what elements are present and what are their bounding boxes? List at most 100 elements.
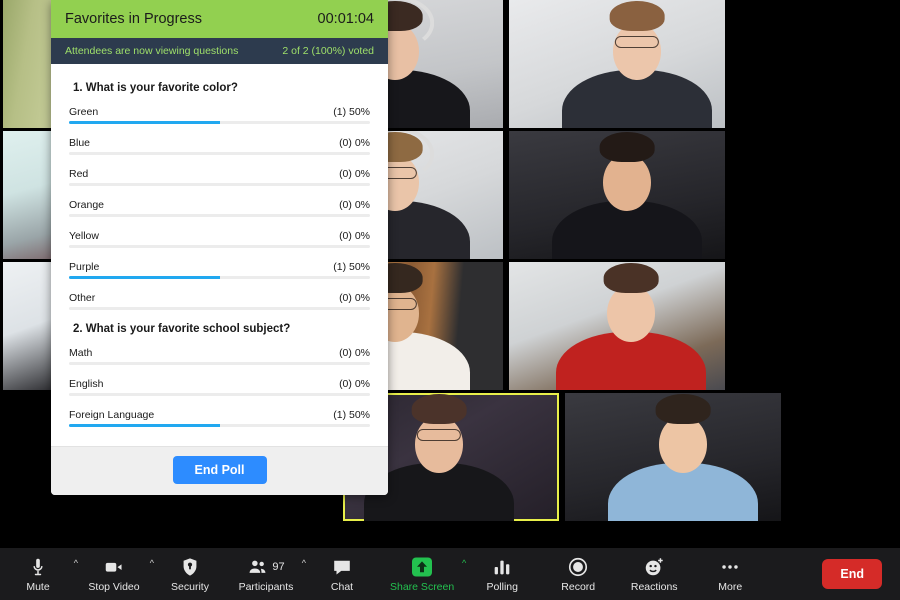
- poll-option-value: (0) 0%: [339, 378, 370, 390]
- poll-option-bar-fill: [69, 121, 220, 124]
- poll-option-row: English (0) 0%: [69, 378, 370, 396]
- participant-hair: [603, 262, 659, 293]
- video-camera-icon: [103, 555, 125, 579]
- poll-option-row: Yellow (0) 0%: [69, 230, 370, 248]
- poll-option-value: (0) 0%: [339, 347, 370, 359]
- poll-option-value: (1) 50%: [333, 261, 370, 273]
- poll-option-label: Math: [69, 347, 93, 359]
- toolbar-item-label: Stop Video: [88, 581, 140, 593]
- poll-option-bar-track: [69, 307, 370, 310]
- poll-option-label: Red: [69, 168, 89, 180]
- toolbar-item-label: Record: [561, 581, 596, 593]
- end-meeting-button[interactable]: End: [822, 559, 882, 589]
- poll-title: Favorites in Progress: [65, 11, 202, 27]
- poll-option-label: Foreign Language: [69, 409, 155, 421]
- smiley-plus-icon: [643, 555, 665, 579]
- poll-option-label: Other: [69, 292, 96, 304]
- participant-video-scene: [509, 0, 725, 128]
- poll-option-bar-track: [69, 152, 370, 155]
- poll-status-text: Attendees are now viewing questions: [65, 45, 239, 57]
- toolbar-item-label: Share Screen: [390, 581, 455, 593]
- poll-option-label: Green: [69, 106, 99, 118]
- end-poll-button[interactable]: End Poll: [172, 456, 267, 484]
- poll-option-value: (0) 0%: [339, 292, 370, 304]
- participant-head: [607, 285, 655, 342]
- poll-option-row: Foreign Language (1) 50%: [69, 409, 370, 427]
- toolbar-item-mute[interactable]: Mute ^: [0, 548, 78, 600]
- poll-option-value: (0) 0%: [339, 137, 370, 149]
- toolbar-item-label: Polling: [486, 581, 518, 593]
- poll-header: Favorites in Progress 00:01:04: [51, 0, 388, 38]
- participant-video-scene: [565, 393, 781, 521]
- toolbar-item-security[interactable]: Security: [152, 548, 228, 600]
- toolbar-item-participants[interactable]: 97 Participants ^: [228, 548, 306, 600]
- poll-option-bar-track: [69, 393, 370, 396]
- participant-video-scene: [509, 131, 725, 259]
- toolbar-item-label: Mute: [26, 581, 50, 593]
- poll-option-value: (0) 0%: [339, 230, 370, 242]
- microphone-icon: [27, 555, 49, 579]
- poll-option-row: Blue (0) 0%: [69, 137, 370, 155]
- toolbar-item-label: More: [718, 581, 743, 593]
- toolbar-item-record[interactable]: Record: [540, 548, 616, 600]
- video-tile[interactable]: [565, 393, 781, 521]
- participant-hair: [609, 0, 665, 31]
- poll-option-label: English: [69, 378, 104, 390]
- poll-panel: Favorites in Progress 00:01:04 Attendees…: [51, 0, 388, 495]
- toolbar-item-polling[interactable]: Polling: [464, 548, 540, 600]
- poll-option-row: Purple (1) 50%: [69, 261, 370, 279]
- poll-option-bar-fill: [69, 424, 220, 427]
- poll-option-row: Math (0) 0%: [69, 347, 370, 365]
- poll-option-row: Other (0) 0%: [69, 292, 370, 310]
- poll-option-label: Yellow: [69, 230, 99, 242]
- poll-option-row: Red (0) 0%: [69, 168, 370, 186]
- participant-head: [613, 23, 661, 80]
- poll-footer: End Poll: [51, 446, 388, 495]
- participant-head: [659, 416, 707, 473]
- poll-option-bar-track: [69, 183, 370, 186]
- video-tile[interactable]: [509, 131, 725, 259]
- participant-count: 97: [272, 561, 285, 573]
- toolbar-item-more[interactable]: More: [692, 548, 768, 600]
- poll-option-bar-track: [69, 276, 370, 279]
- poll-option-value: (0) 0%: [339, 168, 370, 180]
- participant-hair: [411, 393, 467, 424]
- video-grid-row: [340, 393, 900, 521]
- poll-option-row: Orange (0) 0%: [69, 199, 370, 217]
- toolbar-item-stop-video[interactable]: Stop Video ^: [76, 548, 154, 600]
- bar-chart-icon: [491, 555, 513, 579]
- poll-option-bar-track: [69, 214, 370, 217]
- chat-bubble-icon: [331, 555, 353, 579]
- eyeglasses-icon: [416, 429, 462, 441]
- participant-head: [415, 416, 463, 473]
- ellipsis-icon: [719, 555, 741, 579]
- toolbar-item-label: Reactions: [630, 581, 678, 593]
- poll-timer: 00:01:04: [317, 11, 374, 27]
- meeting-toolbar: Mute ^ Stop Video ^ Security 97 Participants ^ C…: [0, 548, 900, 600]
- toolbar-item-label: Participants: [238, 581, 294, 593]
- poll-results-body: 1. What is your favorite color? Green (1) …: [51, 64, 388, 446]
- poll-option-bar-fill: [69, 276, 220, 279]
- eyeglasses-icon: [614, 36, 660, 48]
- share-screen-up-arrow-icon: [409, 555, 435, 579]
- video-tile[interactable]: [509, 262, 725, 390]
- poll-voted-count: 2 of 2 (100%) voted: [282, 45, 374, 57]
- participant-video-scene: [509, 262, 725, 390]
- record-circle-icon: [567, 555, 589, 579]
- participant-hair: [599, 131, 655, 162]
- toolbar-item-share-screen[interactable]: Share Screen ^: [380, 548, 466, 600]
- toolbar-item-reactions[interactable]: Reactions: [616, 548, 692, 600]
- participant-head: [603, 154, 651, 211]
- poll-option-value: (1) 50%: [333, 106, 370, 118]
- toolbar-item-label: Security: [171, 581, 209, 593]
- video-tile[interactable]: [509, 0, 725, 128]
- toolbar-item-chat[interactable]: Chat: [304, 548, 380, 600]
- shield-icon: [179, 555, 201, 579]
- poll-status-bar: Attendees are now viewing questions 2 of…: [51, 38, 388, 64]
- poll-option-value: (0) 0%: [339, 199, 370, 211]
- toolbar-item-label: Chat: [330, 581, 354, 593]
- poll-question-title: 1. What is your favorite color?: [73, 82, 238, 94]
- poll-option-label: Blue: [69, 137, 91, 149]
- poll-option-bar-track: [69, 121, 370, 124]
- poll-option-row: Green (1) 50%: [69, 106, 370, 124]
